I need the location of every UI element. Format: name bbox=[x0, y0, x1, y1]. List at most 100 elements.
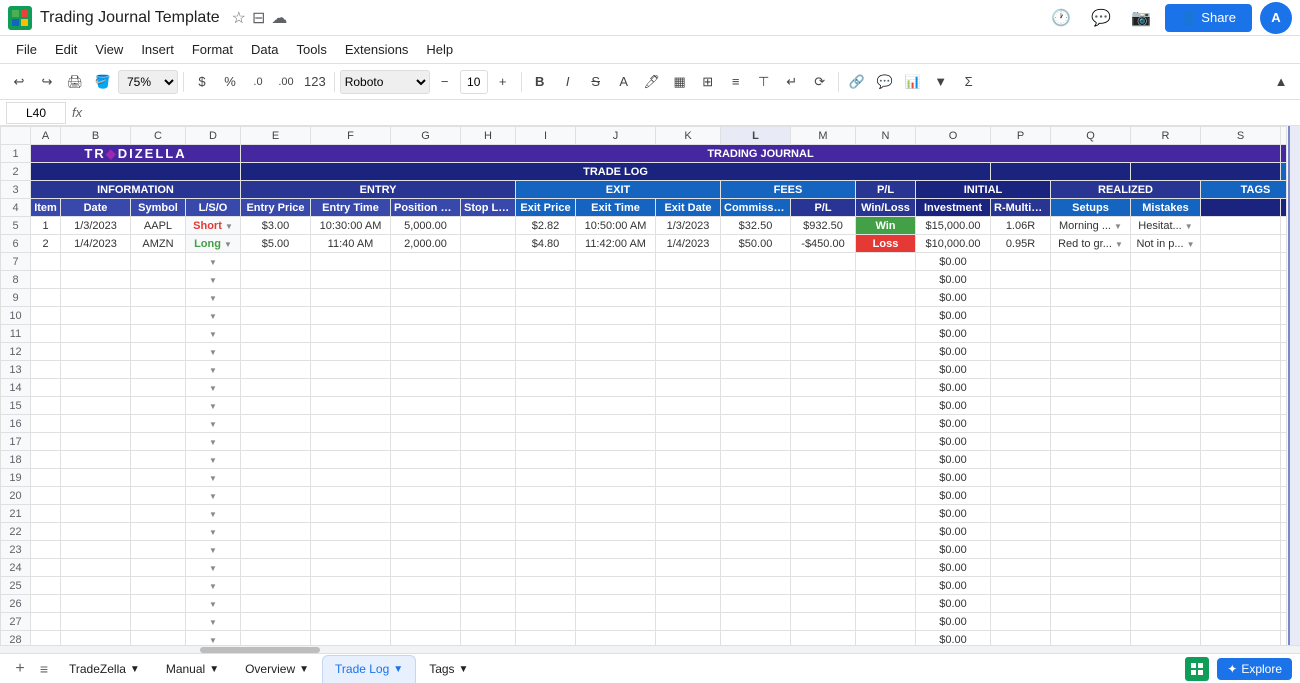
font-select[interactable]: Roboto Arial bbox=[340, 70, 430, 94]
row1-stop-loss[interactable] bbox=[461, 217, 516, 235]
menu-extensions[interactable]: Extensions bbox=[337, 39, 417, 60]
paint-format-button[interactable]: 🪣 bbox=[90, 69, 116, 95]
zoom-select[interactable]: 75% 100% 50% bbox=[118, 70, 178, 94]
menu-tools[interactable]: Tools bbox=[288, 39, 334, 60]
row2-ls[interactable]: Long ▼ bbox=[186, 235, 241, 253]
tab-tradezella[interactable]: TradeZella ▼ bbox=[56, 655, 153, 683]
dropdown-arrow-setups-2[interactable]: ▼ bbox=[1115, 240, 1123, 249]
row2-lessons[interactable] bbox=[1201, 235, 1281, 253]
row1-exit-price[interactable]: $2.82 bbox=[516, 217, 576, 235]
row1-ls[interactable]: Short ▼ bbox=[186, 217, 241, 235]
redo-button[interactable]: ↪ bbox=[34, 69, 60, 95]
chart-button[interactable]: 📊 bbox=[900, 69, 926, 95]
tab-manual[interactable]: Manual ▼ bbox=[153, 655, 232, 683]
row2-stop-loss[interactable] bbox=[461, 235, 516, 253]
row1-entry-time[interactable]: 10:30:00 AM bbox=[311, 217, 391, 235]
cell-reference-input[interactable] bbox=[6, 102, 66, 124]
dropdown-icon[interactable]: ▼ bbox=[209, 492, 217, 501]
row2-exit-date[interactable]: 1/4/2023 bbox=[656, 235, 721, 253]
collapse-button[interactable]: ▲ bbox=[1268, 69, 1294, 95]
menu-edit[interactable]: Edit bbox=[47, 39, 85, 60]
row1-exit-time[interactable]: 10:50:00 AM bbox=[576, 217, 656, 235]
dropdown-icon[interactable]: ▼ bbox=[209, 312, 217, 321]
dropdown-icon[interactable]: ▼ bbox=[209, 528, 217, 537]
comment-icon[interactable]: 💬 bbox=[1085, 2, 1117, 34]
text-color-button[interactable]: A bbox=[611, 69, 637, 95]
row2-setups[interactable]: Red to gr... ▼ bbox=[1051, 235, 1131, 253]
dropdown-arrow-mistakes-1[interactable]: ▼ bbox=[1185, 222, 1193, 231]
bold-button[interactable]: B bbox=[527, 69, 553, 95]
row1-setups[interactable]: Morning ... ▼ bbox=[1051, 217, 1131, 235]
dropdown-arrow-2[interactable]: ▼ bbox=[224, 240, 232, 249]
history-icon[interactable]: 🕐 bbox=[1045, 2, 1077, 34]
scrollbar-thumb[interactable] bbox=[200, 647, 320, 653]
row1-investment[interactable]: $15,000.00 bbox=[916, 217, 991, 235]
dropdown-icon[interactable]: ▼ bbox=[209, 564, 217, 573]
dropdown-arrow-1[interactable]: ▼ bbox=[225, 222, 233, 231]
borders-button[interactable]: ▦ bbox=[667, 69, 693, 95]
row2-commission[interactable]: $50.00 bbox=[721, 235, 791, 253]
dropdown-icon[interactable]: ▼ bbox=[209, 348, 217, 357]
dropdown-icon[interactable]: ▼ bbox=[209, 582, 217, 591]
comment-button[interactable]: 💬 bbox=[872, 69, 898, 95]
dropdown-arrow-mistakes-2[interactable]: ▼ bbox=[1187, 240, 1195, 249]
cloud-icon[interactable]: ☁ bbox=[271, 8, 287, 28]
dropdown-icon[interactable]: ▼ bbox=[209, 438, 217, 447]
tab-arrow-tradezella[interactable]: ▼ bbox=[130, 664, 140, 675]
tab-overview[interactable]: Overview ▼ bbox=[232, 655, 322, 683]
tab-tags[interactable]: Tags ▼ bbox=[416, 655, 481, 683]
strikethrough-button[interactable]: S bbox=[583, 69, 609, 95]
row1-position-size[interactable]: 5,000.00 bbox=[391, 217, 461, 235]
menu-insert[interactable]: Insert bbox=[133, 39, 182, 60]
row1-date[interactable]: 1/3/2023 bbox=[61, 217, 131, 235]
row2-investment[interactable]: $10,000.00 bbox=[916, 235, 991, 253]
formula-input[interactable] bbox=[88, 102, 1294, 124]
row1-symbol[interactable]: AAPL bbox=[131, 217, 186, 235]
tab-arrow-manual[interactable]: ▼ bbox=[209, 664, 219, 675]
dropdown-icon[interactable]: ▼ bbox=[209, 420, 217, 429]
dropdown-arrow-setups-1[interactable]: ▼ bbox=[1114, 222, 1122, 231]
dropdown-icon[interactable]: ▼ bbox=[209, 276, 217, 285]
rotate-button[interactable]: ⟳ bbox=[807, 69, 833, 95]
tab-arrow-overview[interactable]: ▼ bbox=[299, 664, 309, 675]
function-button[interactable]: Σ bbox=[956, 69, 982, 95]
align-button[interactable]: ≡ bbox=[723, 69, 749, 95]
row1-mistakes[interactable]: Hesitat... ▼ bbox=[1131, 217, 1201, 235]
menu-file[interactable]: File bbox=[8, 39, 45, 60]
row1-commission[interactable]: $32.50 bbox=[721, 217, 791, 235]
percent-button[interactable]: % bbox=[217, 69, 243, 95]
tab-trade-log[interactable]: Trade Log ▼ bbox=[322, 655, 416, 683]
italic-button[interactable]: I bbox=[555, 69, 581, 95]
star-icon[interactable]: ☆ bbox=[232, 8, 246, 28]
dropdown-icon[interactable]: ▼ bbox=[209, 510, 217, 519]
menu-view[interactable]: View bbox=[87, 39, 131, 60]
row2-symbol[interactable]: AMZN bbox=[131, 235, 186, 253]
row2-pnl[interactable]: -$450.00 bbox=[791, 235, 856, 253]
menu-data[interactable]: Data bbox=[243, 39, 286, 60]
tab-arrow-trade-log[interactable]: ▼ bbox=[393, 664, 403, 675]
row1-lessons[interactable] bbox=[1201, 217, 1281, 235]
row1-pnl[interactable]: $932.50 bbox=[791, 217, 856, 235]
row2-exit-time[interactable]: 11:42:00 AM bbox=[576, 235, 656, 253]
undo-button[interactable]: ↩ bbox=[6, 69, 32, 95]
number-format-button[interactable]: 123 bbox=[301, 69, 329, 95]
dropdown-icon[interactable]: ▼ bbox=[209, 258, 217, 267]
wrap-button[interactable]: ↵ bbox=[779, 69, 805, 95]
row2-entry-price[interactable]: $5.00 bbox=[241, 235, 311, 253]
filter-button[interactable]: ▼ bbox=[928, 69, 954, 95]
link-button[interactable]: 🔗 bbox=[844, 69, 870, 95]
decimal-decrease-button[interactable]: .0 bbox=[245, 69, 271, 95]
row2-entry-time[interactable]: 11:40 AM bbox=[311, 235, 391, 253]
meet-icon[interactable]: 📷 bbox=[1125, 2, 1157, 34]
dropdown-icon[interactable]: ▼ bbox=[209, 366, 217, 375]
dropdown-icon[interactable]: ▼ bbox=[209, 618, 217, 627]
row1-exit-date[interactable]: 1/3/2023 bbox=[656, 217, 721, 235]
dropdown-icon[interactable]: ▼ bbox=[209, 330, 217, 339]
add-sheet-button[interactable]: + bbox=[8, 657, 32, 681]
font-size-input[interactable] bbox=[460, 70, 488, 94]
highlight-color-button[interactable]: 🖊 bbox=[639, 69, 665, 95]
sheet-menu-button[interactable]: ≡ bbox=[32, 657, 56, 681]
row2-position-size[interactable]: 2,000.00 bbox=[391, 235, 461, 253]
horizontal-scrollbar[interactable] bbox=[0, 645, 1300, 653]
dropdown-icon[interactable]: ▼ bbox=[209, 402, 217, 411]
